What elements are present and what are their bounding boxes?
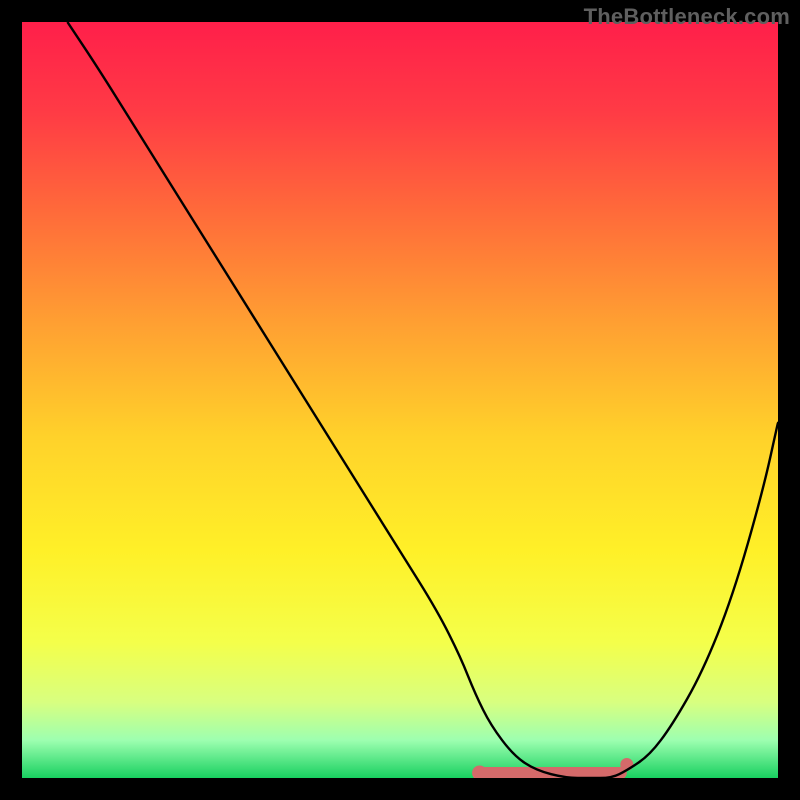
gradient-background <box>22 22 778 778</box>
chart-frame: TheBottleneck.com <box>0 0 800 800</box>
chart-svg <box>22 22 778 778</box>
plot-area <box>22 22 778 778</box>
watermark-text: TheBottleneck.com <box>584 4 790 30</box>
